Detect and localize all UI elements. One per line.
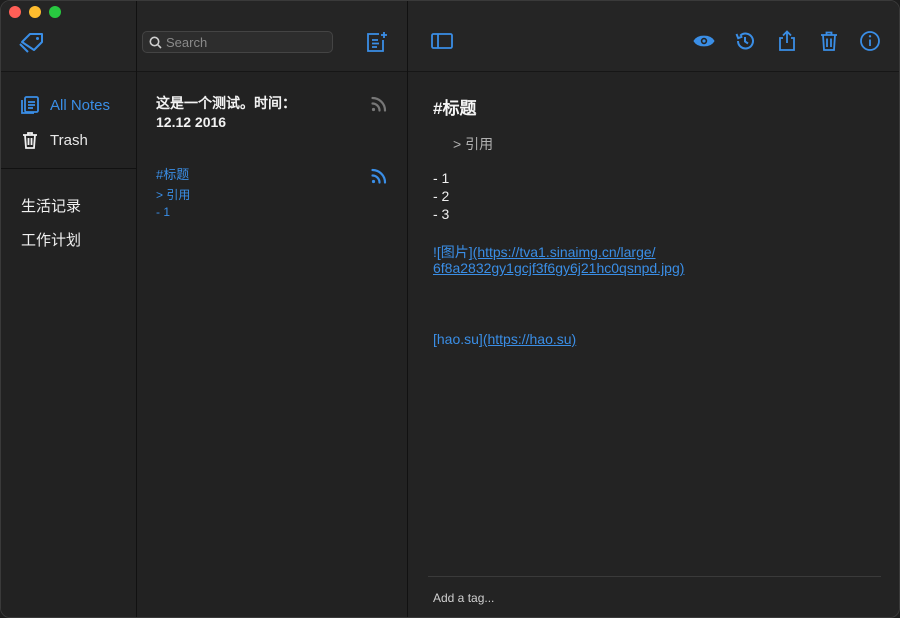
search-field[interactable] [142,31,333,53]
rss-feed-icon [371,96,387,112]
note-list-line: - 3 [433,206,450,222]
note-list-item-selected[interactable]: #标题 > 引用 - 1 [137,151,407,231]
image-link-url-tail[interactable]: 6f8a2832gy1gcjf3f6gy6j21hc0qsnpd.jpg) [433,260,684,276]
close-window-button[interactable] [9,6,21,18]
note-list-item[interactable]: 这是一个测试。时间： 12.12 2016 [137,73,407,143]
image-link-url[interactable]: (https://tva1.sinaimg.cn/large/ [473,244,656,260]
markdown-link[interactable]: [hao.su](https://hao.su) [433,331,576,347]
zoom-window-button[interactable] [49,6,61,18]
note-blockquote: > 引用 [453,136,494,152]
share-icon[interactable] [776,30,798,52]
editor-toolbar [408,1,899,72]
trash-icon[interactable] [818,30,840,52]
note-preview-line: - 1 [156,205,171,219]
sidebar-toggle-icon[interactable] [430,31,454,51]
rss-feed-icon [371,168,387,184]
link-url[interactable]: (https://hao.su) [483,331,576,347]
sidebar: All Notes Trash 生活记录 工作计划 [1,1,137,617]
app-window: All Notes Trash 生活记录 工作计划 Search 这是一个测试。… [0,0,900,618]
note-title: 这是一个测试。时间： [156,95,296,111]
history-icon[interactable] [734,30,756,52]
sidebar-item-label: Trash [50,132,88,149]
image-link-url-continued[interactable]: 6f8a2832gy1gcjf3f6gy6j21hc0qsnpd.jpg) [433,260,684,276]
image-link-text: ![图片] [433,244,473,260]
window-controls [9,6,61,18]
add-tag-input[interactable]: Add a tag... [433,591,494,605]
search-input[interactable] [166,34,326,50]
minimize-window-button[interactable] [29,6,41,18]
note-preview-line: > 引用 [156,188,191,202]
image-markdown-link[interactable]: ![图片](https://tva1.sinaimg.cn/large/ [433,242,656,262]
sidebar-item-label: All Notes [50,97,111,114]
note-list-pane: 这是一个测试。时间： 12.12 2016 #标题 > 引用 - 1 [137,1,408,617]
sidebar-tag-item[interactable]: 生活记录 [21,195,81,216]
info-icon[interactable] [859,30,881,52]
note-heading: #标题 [433,99,477,118]
note-title-continued: 12.12 2016 [156,114,227,130]
new-note-icon[interactable] [365,31,389,53]
link-text: [hao.su] [433,331,483,347]
preview-eye-icon[interactable] [693,30,715,52]
sidebar-item-all-notes[interactable]: All Notes [1,89,137,119]
sidebar-item-trash[interactable]: Trash [1,124,137,154]
note-title: #标题 [156,167,190,182]
note-list-toolbar [137,1,407,72]
tags-icon[interactable] [19,31,45,53]
notes-stack-icon [21,96,39,114]
note-list-line: - 2 [433,188,450,204]
trash-icon [23,132,37,149]
sidebar-tag-item[interactable]: 工作计划 [21,229,81,250]
tag-bar-divider [428,576,881,577]
search-icon [149,36,162,49]
sidebar-divider [1,168,137,169]
note-list-line: - 1 [433,170,450,186]
editor-pane: #标题 > 引用 - 1 - 2 - 3 ![图片](https://tva1.… [408,1,899,617]
